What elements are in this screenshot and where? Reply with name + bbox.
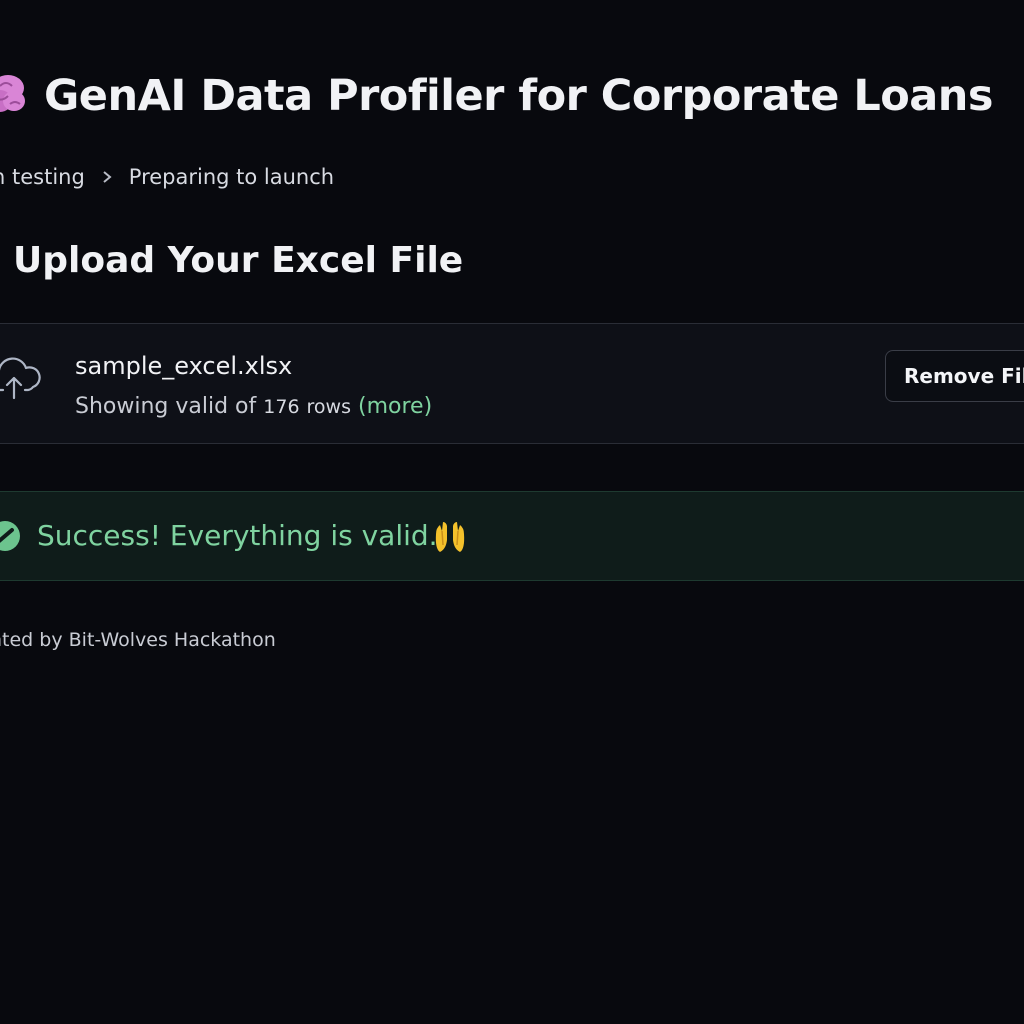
brain-icon [0,68,26,124]
chevron-right-icon [101,169,113,185]
cloud-upload-icon [0,354,43,400]
breadcrumb-item-current: Preparing to launch [128,165,335,189]
check-circle-icon [0,520,21,552]
page-title: GenAI Data Profiler for Corporate Loans [44,71,994,121]
upload-heading: Upload Your Excel File [13,240,464,281]
header: GenAI Data Profiler for Corporate Loans [0,64,994,128]
more-link[interactable]: (more) [358,394,432,419]
footer-credit: nted by Bit-Wolves Hackathon [0,629,276,651]
file-summary-prefix: Showing valid of [75,394,257,419]
uploaded-file-card: sample_excel.xlsx Showing valid of 176 r… [0,323,1024,444]
app-page: GenAI Data Profiler for Corporate Loans … [0,0,1024,1024]
row-count: 176 [263,396,300,418]
file-summary: Showing valid of 176 rows (more) [75,394,432,419]
file-name: sample_excel.xlsx [75,352,293,380]
breadcrumb: n testing Preparing to launch [0,160,334,194]
raising-hands-icon [433,520,467,554]
remove-file-button[interactable]: Remove File [885,350,1024,402]
breadcrumb-item-testing[interactable]: n testing [0,165,85,189]
success-alert: Success! Everything is valid. [0,491,1024,581]
row-unit: rows [306,396,351,418]
success-message: Success! Everything is valid. [37,519,438,552]
